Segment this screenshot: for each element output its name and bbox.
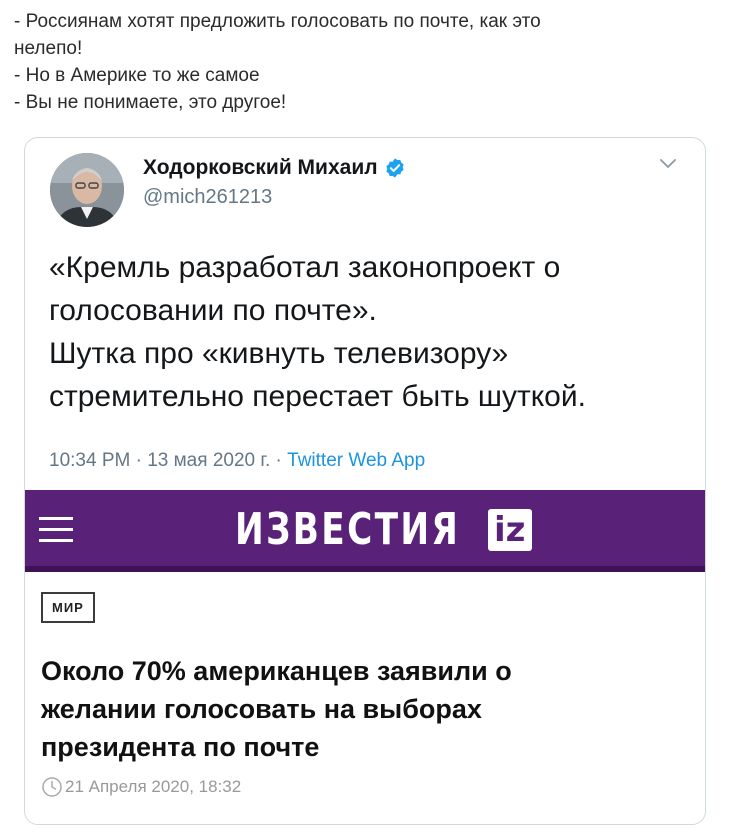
tweet-text-line: стремительно перестает быть шуткой. (49, 380, 586, 413)
caption-line: - Но в Америке то же самое (14, 65, 260, 86)
embedded-tweet-card[interactable]: Ходорковский Михаил @mich261213 «Кремль … (24, 137, 706, 825)
category-badge[interactable]: МИР (41, 592, 95, 623)
izvestia-logo[interactable]: ИЗВЕСТИЯ iz (235, 504, 532, 555)
caption-line: - Россиянам хотят предложить голосовать … (14, 11, 541, 32)
avatar-photo (50, 153, 124, 227)
caption: - Россиянам хотят предложить голосовать … (14, 8, 714, 116)
author-avatar[interactable] (50, 153, 124, 227)
izvestia-header: ИЗВЕСТИЯ iz (25, 490, 705, 572)
tweet-text: «Кремль разработал законопроект о голосо… (49, 246, 689, 418)
tweet-text-line: «Кремль разработал законопроект о (49, 251, 561, 284)
author-name[interactable]: Ходорковский Михаил (143, 156, 406, 180)
headline-line: президента по почте (41, 732, 320, 762)
tweet-timestamp[interactable]: 10:34 PM · 13 мая 2020 г. · (49, 450, 287, 471)
headline-line: желании голосовать на выборах (41, 694, 482, 724)
izvestia-logo-badge: iz (487, 508, 532, 551)
hamburger-menu-icon[interactable] (39, 517, 73, 543)
author-name-text: Ходорковский Михаил (143, 156, 378, 179)
tweet-source-link[interactable]: Twitter Web App (287, 450, 425, 471)
verified-badge-icon (385, 158, 404, 178)
headline-line: Около 70% американцев заявили о (41, 656, 512, 686)
caption-line: - Вы не понимаете, это другое! (14, 92, 287, 113)
article-headline[interactable]: Около 70% американцев заявили о желании … (41, 652, 681, 766)
izvestia-logo-text: ИЗВЕСТИЯ (235, 504, 461, 555)
article-date: 21 Апреля 2020, 18:32 (41, 776, 241, 798)
chevron-down-icon[interactable] (659, 158, 677, 170)
tweet-text-line: голосовании по почте». (49, 294, 377, 327)
article-preview[interactable]: МИР Около 70% американцев заявили о жела… (25, 572, 705, 824)
author-handle[interactable]: @mich261213 (143, 186, 272, 209)
tweet-meta: 10:34 PM · 13 мая 2020 г. · Twitter Web … (49, 450, 425, 472)
clock-icon (42, 777, 62, 797)
article-date-text: 21 Апреля 2020, 18:32 (65, 777, 242, 796)
tweet-text-line: Шутка про «кивнуть телевизору» (49, 337, 509, 370)
caption-line: нелепо! (14, 38, 83, 59)
